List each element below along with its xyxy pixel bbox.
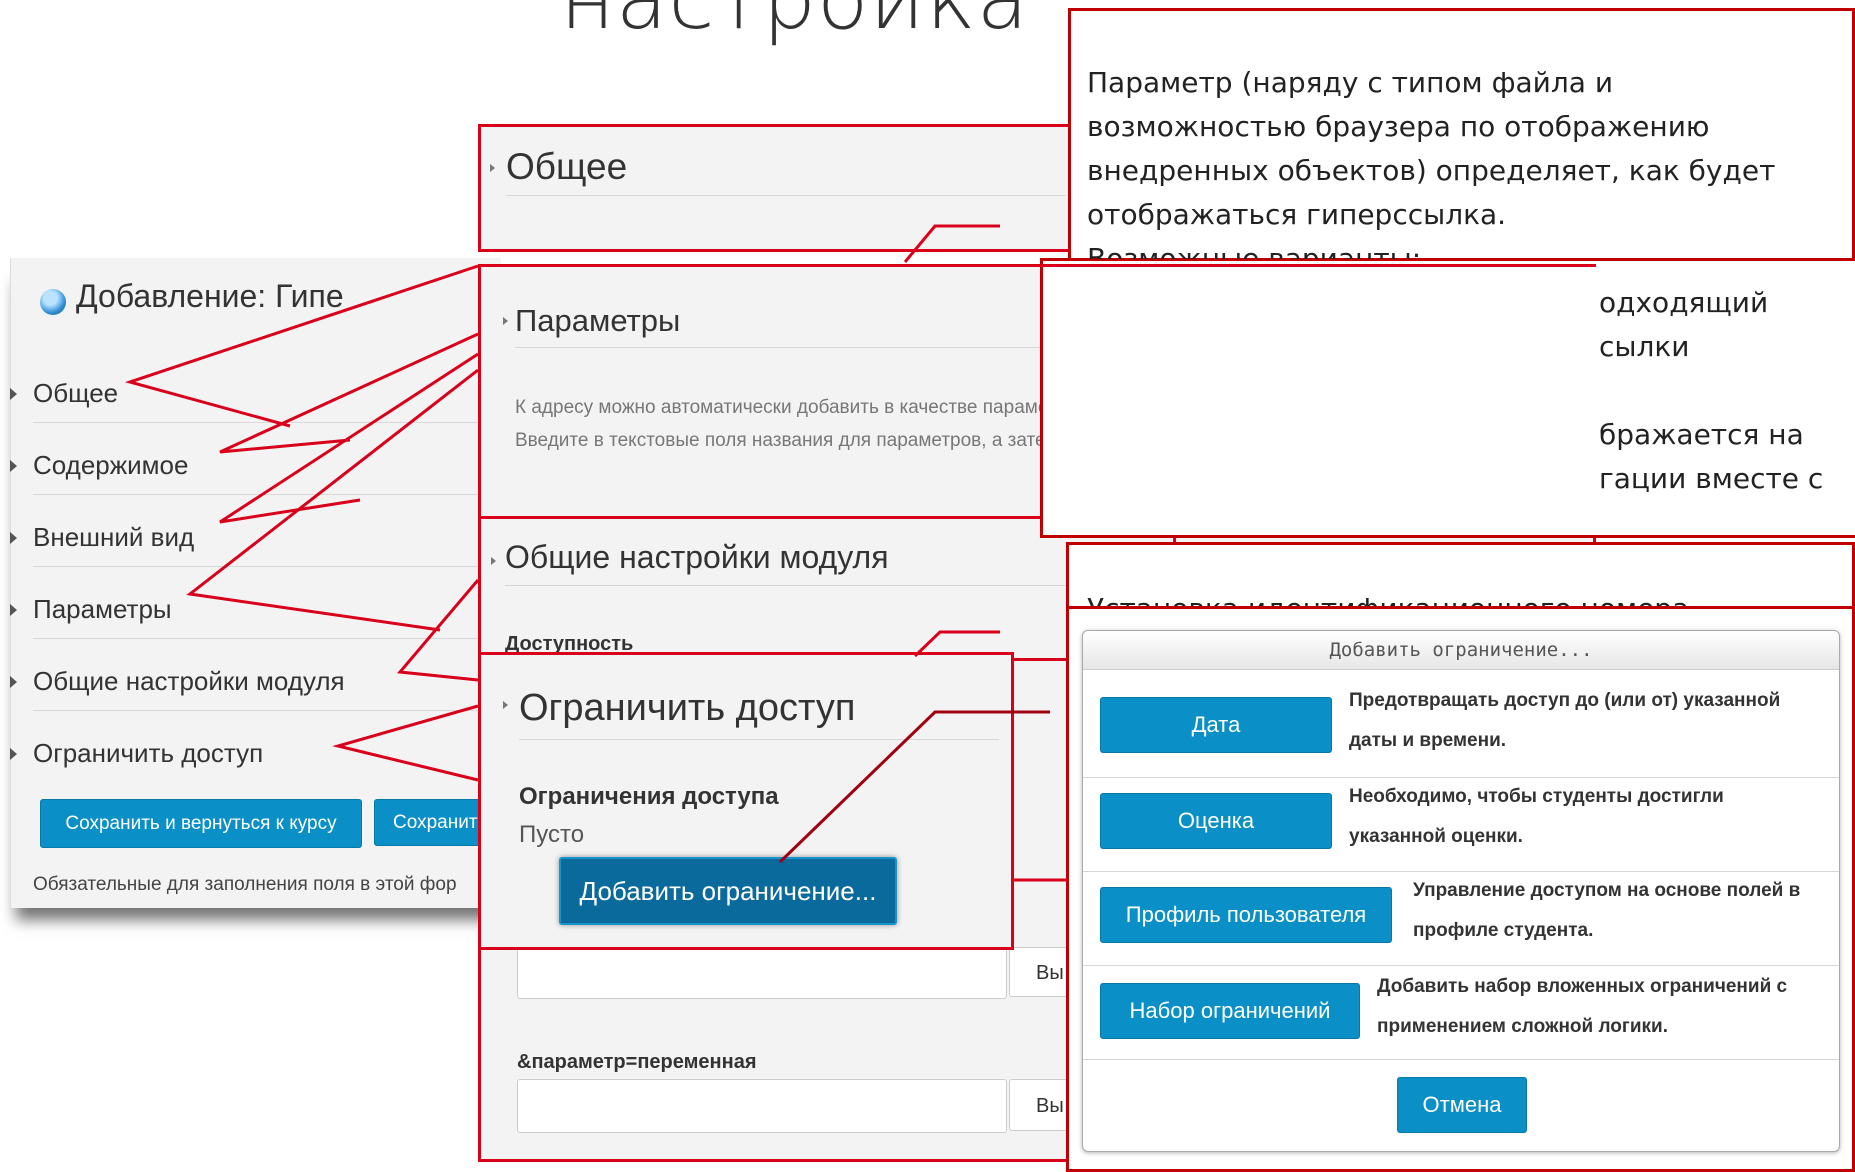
connector-line	[778, 710, 1050, 864]
connector-line	[219, 352, 479, 524]
connector-line	[332, 704, 479, 782]
connector-line	[124, 264, 479, 428]
connector-line	[903, 224, 1000, 263]
connector-line	[219, 332, 479, 454]
connector-lines	[124, 224, 1066, 882]
connector-line	[913, 630, 1000, 658]
